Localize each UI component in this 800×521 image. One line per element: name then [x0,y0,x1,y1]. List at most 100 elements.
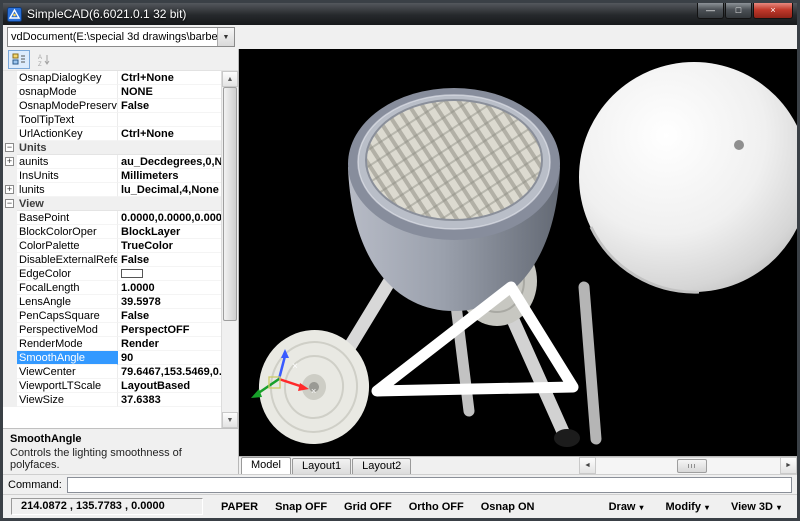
hscroll-thumb[interactable] [677,459,707,473]
property-name[interactable]: OsnapDialogKey [17,71,118,85]
viewport-3d[interactable]: × × [239,49,797,456]
property-name[interactable]: UrlActionKey [17,127,118,141]
property-name[interactable]: aunits [17,155,118,169]
property-value[interactable]: Ctrl+None [118,71,221,85]
property-category-row[interactable]: −View [3,197,221,211]
property-name[interactable]: ColorPalette [17,239,118,253]
property-name[interactable]: Units [17,141,221,155]
property-name[interactable]: ToolTipText [17,113,118,127]
property-row[interactable]: PenCapsSquareFalse [3,309,221,323]
property-name[interactable]: DisableExternalRefer [17,253,118,267]
command-input[interactable] [67,477,792,493]
property-row[interactable]: +lunitslu_Decimal,4,None [3,183,221,197]
property-value[interactable]: False [118,309,221,323]
property-name[interactable]: SmoothAngle [17,351,118,365]
property-row[interactable]: ToolTipText [3,113,221,127]
property-row[interactable]: ViewSize37.6383 [3,393,221,407]
property-value[interactable]: 1.0000 [118,281,221,295]
property-value[interactable]: 79.6467,153.5469,0. [118,365,221,379]
property-row[interactable]: OsnapDialogKeyCtrl+None [3,71,221,85]
property-row[interactable]: UrlActionKeyCtrl+None [3,127,221,141]
property-row[interactable]: InsUnitsMillimeters [3,169,221,183]
property-value[interactable]: LayoutBased [118,379,221,393]
property-value[interactable]: False [118,99,221,113]
property-row[interactable]: BasePoint0.0000,0.0000,0.000 [3,211,221,225]
status-toggle-paper[interactable]: PAPER [221,501,258,513]
scroll-right-icon[interactable]: ► [780,457,797,474]
property-row[interactable]: osnapModeNONE [3,85,221,99]
property-row[interactable]: DisableExternalReferFalse [3,253,221,267]
property-name[interactable]: ViewCenter [17,365,118,379]
property-row[interactable]: ViewportLTScaleLayoutBased [3,379,221,393]
property-name[interactable]: BasePoint [17,211,118,225]
property-value[interactable] [118,113,221,127]
property-row[interactable]: OsnapModePreserveFalse [3,99,221,113]
vertical-scrollbar[interactable]: ▲ ▼ [221,71,238,428]
chevron-down-icon[interactable]: ▼ [217,28,234,46]
property-value[interactable]: Ctrl+None [118,127,221,141]
property-name[interactable]: OsnapModePreserve [17,99,118,113]
status-toggle-grid-off[interactable]: Grid OFF [344,501,392,513]
expand-icon[interactable]: + [5,157,14,166]
property-name[interactable]: ViewSize [17,393,118,407]
property-row[interactable]: RenderModeRender [3,337,221,351]
categorized-button[interactable] [8,50,30,69]
tab-layout2[interactable]: Layout2 [352,458,411,474]
property-name[interactable]: RenderMode [17,337,118,351]
property-value[interactable]: PerspectOFF [118,323,221,337]
collapse-icon[interactable]: − [5,199,14,208]
alphabetical-sort-button[interactable]: A Z [33,50,55,69]
tab-model[interactable]: Model [241,457,291,474]
property-row[interactable]: ColorPaletteTrueColor [3,239,221,253]
property-value[interactable]: NONE [118,85,221,99]
property-name[interactable]: osnapMode [17,85,118,99]
property-name[interactable]: EdgeColor [17,267,118,281]
property-row[interactable]: +aunitsau_Decdegrees,0,No [3,155,221,169]
property-value[interactable]: Render [118,337,221,351]
property-name[interactable]: LensAngle [17,295,118,309]
property-value[interactable]: au_Decdegrees,0,No [118,155,221,169]
property-row[interactable]: ViewCenter79.6467,153.5469,0. [3,365,221,379]
property-row[interactable]: BlockColorOperBlockLayer [3,225,221,239]
menu-modify[interactable]: Modify▾ [666,501,709,513]
vscroll-track[interactable] [222,87,238,412]
hscroll-track[interactable] [596,457,780,474]
property-name[interactable]: InsUnits [17,169,118,183]
property-row[interactable]: FocalLength1.0000 [3,281,221,295]
property-value[interactable]: TrueColor [118,239,221,253]
property-value[interactable]: 90 [118,351,221,365]
horizontal-scrollbar[interactable]: ◄ ► [579,457,797,474]
color-swatch[interactable] [121,269,143,278]
property-row[interactable]: LensAngle39.5978 [3,295,221,309]
property-value[interactable] [118,267,221,281]
property-name[interactable]: View [17,197,221,211]
title-bar[interactable]: SimpleCAD(6.6021.0.1 32 bit) — □ × [3,3,797,25]
property-row[interactable]: EdgeColor [3,267,221,281]
scroll-left-icon[interactable]: ◄ [579,457,596,474]
property-name[interactable]: PenCapsSquare [17,309,118,323]
property-name[interactable]: ViewportLTScale [17,379,118,393]
scroll-down-icon[interactable]: ▼ [222,412,238,428]
property-value[interactable]: Millimeters [118,169,221,183]
property-value[interactable]: lu_Decimal,4,None [118,183,221,197]
property-value[interactable]: 39.5978 [118,295,221,309]
minimize-button[interactable]: — [697,3,724,19]
property-name[interactable]: BlockColorOper [17,225,118,239]
tab-layout1[interactable]: Layout1 [292,458,351,474]
property-name[interactable]: lunits [17,183,118,197]
maximize-button[interactable]: □ [725,3,752,19]
property-value[interactable]: 37.6383 [118,393,221,407]
close-button[interactable]: × [753,3,793,19]
expand-icon[interactable]: + [5,185,14,194]
scroll-up-icon[interactable]: ▲ [222,71,238,87]
property-name[interactable]: FocalLength [17,281,118,295]
status-toggle-snap-off[interactable]: Snap OFF [275,501,327,513]
property-value[interactable]: BlockLayer [118,225,221,239]
property-value[interactable]: 0.0000,0.0000,0.000 [118,211,221,225]
property-value[interactable]: False [118,253,221,267]
document-combobox[interactable]: vdDocument(E:\special 3d drawings\barbec… [7,27,235,47]
collapse-icon[interactable]: − [5,143,14,152]
property-category-row[interactable]: −Units [3,141,221,155]
status-toggle-ortho-off[interactable]: Ortho OFF [409,501,464,513]
property-row[interactable]: PerspectiveModPerspectOFF [3,323,221,337]
